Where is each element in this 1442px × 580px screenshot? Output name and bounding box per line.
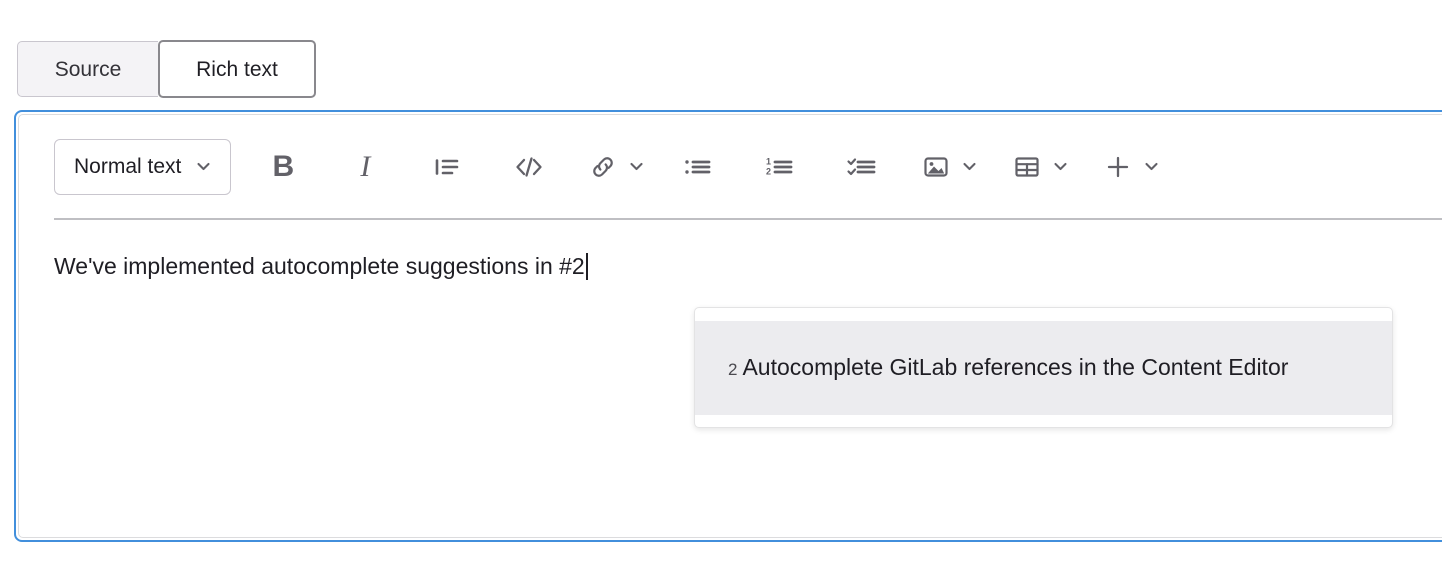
checklist-icon	[846, 152, 878, 182]
chevron-down-icon	[960, 157, 979, 176]
table-button[interactable]	[1005, 145, 1070, 189]
autocomplete-item-label: 2 Autocomplete GitLab references in the C…	[728, 351, 1360, 385]
heading-style-select[interactable]: Normal text	[54, 138, 232, 195]
editor-toolbar: Normal text B I 1 2	[19, 115, 1442, 218]
tab-source[interactable]: Source	[17, 41, 158, 97]
more-button[interactable]	[1096, 145, 1161, 189]
bullet-list-button[interactable]	[676, 145, 720, 189]
heading-style-value: Normal text	[74, 154, 182, 178]
autocomplete-item-id: 2	[728, 360, 738, 379]
bullet-list-icon	[682, 152, 714, 182]
blockquote-icon	[432, 152, 462, 182]
editor-text: We've implemented autocomplete suggestio…	[54, 253, 585, 279]
bold-button[interactable]: B	[261, 145, 305, 189]
tab-rich-text[interactable]: Rich text	[158, 40, 316, 98]
chevron-down-icon	[194, 157, 213, 176]
svg-text:1: 1	[766, 156, 771, 166]
image-button[interactable]	[914, 145, 979, 189]
task-list-button[interactable]	[840, 145, 884, 189]
italic-icon: I	[360, 149, 371, 183]
plus-icon	[1096, 145, 1140, 189]
table-icon	[1005, 145, 1049, 189]
blockquote-button[interactable]	[425, 145, 469, 189]
numbered-list-icon: 1 2	[764, 152, 796, 182]
bold-icon: B	[272, 149, 295, 183]
autocomplete-dropdown: 2 Autocomplete GitLab references in the C…	[694, 307, 1393, 428]
numbered-list-button[interactable]: 1 2	[758, 145, 802, 189]
code-button[interactable]	[507, 145, 551, 189]
image-icon	[914, 145, 958, 189]
autocomplete-item-title: Autocomplete GitLab references in the Co…	[742, 354, 1289, 380]
editor-mode-switcher: Source Rich text	[17, 40, 316, 98]
chevron-down-icon	[627, 157, 646, 176]
autocomplete-item-selected[interactable]: 2 Autocomplete GitLab references in the C…	[695, 321, 1392, 415]
link-icon	[581, 145, 625, 189]
chevron-down-icon	[1142, 157, 1161, 176]
content-editor-screen: Source Rich text Normal text B I 1 2 We'…	[0, 0, 1442, 580]
code-icon	[513, 152, 545, 182]
text-caret	[585, 253, 588, 280]
link-button[interactable]	[581, 145, 646, 189]
italic-button[interactable]: I	[343, 145, 387, 189]
chevron-down-icon	[1051, 157, 1070, 176]
editor-paragraph[interactable]: We've implemented autocomplete suggestio…	[54, 250, 1434, 283]
svg-text:2: 2	[766, 166, 771, 176]
